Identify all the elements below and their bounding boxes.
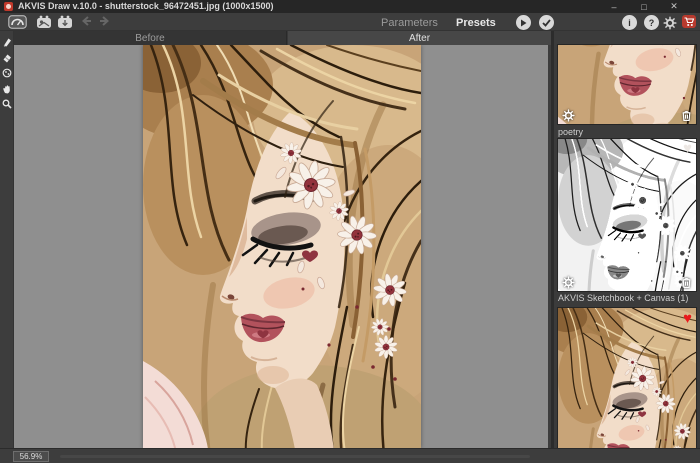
zoom-level-field[interactable]: 56.9% — [13, 451, 49, 462]
window-title: AKVIS Draw v.10.0 - shutterstock_9647245… — [18, 1, 273, 11]
pencil-icon — [2, 37, 12, 47]
tab-presets[interactable]: Presets — [456, 17, 496, 29]
check-icon — [542, 19, 551, 27]
main-toolbar: Parameters Presets i ? — [0, 13, 700, 31]
save-image-button[interactable] — [57, 15, 73, 29]
gear-icon — [663, 16, 677, 30]
akvis-draw-window: AKVIS Draw v.10.0 - shutterstock_9647245… — [0, 0, 700, 463]
pencil-tool-button[interactable] — [1, 36, 13, 48]
trash-icon — [680, 276, 693, 289]
help-button[interactable]: ? — [644, 15, 659, 30]
hand-icon — [2, 84, 12, 94]
preset-delete-button[interactable] — [679, 108, 693, 122]
tab-after[interactable]: After — [288, 31, 551, 45]
tab-before[interactable]: Before — [14, 31, 287, 45]
gear-icon — [562, 276, 575, 289]
history-brush-tool-button[interactable] — [1, 67, 13, 79]
preset-thumbnail-favorite[interactable]: ♥ — [557, 307, 697, 463]
info-icon: i — [622, 15, 637, 30]
redo-button[interactable] — [98, 15, 111, 27]
preset-thumbnail-poetry[interactable] — [557, 44, 697, 125]
redo-arrow-icon — [98, 15, 111, 27]
open-image-button[interactable] — [36, 15, 52, 29]
app-logo-icon — [4, 2, 13, 11]
preview-gauge-button[interactable] — [8, 15, 27, 29]
settings-button[interactable] — [663, 16, 677, 30]
preset-thumbnail-sketchbook[interactable]: ♥ — [557, 138, 697, 292]
preset-delete-button[interactable] — [679, 275, 693, 289]
info-button[interactable]: i — [622, 15, 637, 30]
hand-tool-button[interactable] — [1, 83, 13, 95]
magnifier-icon — [2, 99, 12, 109]
history-brush-icon — [2, 68, 12, 78]
eraser-icon — [2, 53, 12, 63]
maximize-button[interactable]: □ — [634, 0, 654, 13]
trash-icon — [680, 109, 693, 122]
run-button[interactable] — [516, 15, 531, 30]
open-image-icon — [36, 15, 52, 29]
gauge-icon — [8, 15, 27, 29]
title-bar: AKVIS Draw v.10.0 - shutterstock_9647245… — [0, 0, 700, 13]
undo-button[interactable] — [80, 15, 93, 27]
favorite-heart-icon[interactable]: ♥ — [683, 141, 692, 156]
after-image[interactable] — [143, 45, 421, 448]
preset-settings-button[interactable] — [561, 275, 575, 289]
apply-button[interactable] — [539, 15, 554, 30]
play-icon — [520, 19, 527, 27]
preset-preview-sketchbook — [558, 139, 697, 292]
tool-strip — [0, 31, 14, 448]
preset-preview-favorite — [558, 308, 697, 463]
cart-icon — [684, 17, 695, 27]
status-bar: 56.9% — [0, 448, 700, 463]
preset-settings-button[interactable] — [561, 108, 575, 122]
preset-label[interactable]: AKVIS Sketchbook + Canvas (1) — [558, 293, 696, 303]
save-image-icon — [57, 15, 73, 29]
preset-preview-poetry — [558, 45, 697, 125]
eraser-tool-button[interactable] — [1, 52, 13, 64]
close-button[interactable]: ✕ — [664, 0, 684, 13]
gear-icon — [562, 109, 575, 122]
undo-arrow-icon — [80, 15, 93, 27]
zoom-tool-button[interactable] — [1, 98, 13, 110]
minimize-button[interactable]: – — [604, 0, 624, 13]
help-icon: ? — [644, 15, 659, 30]
buy-button[interactable] — [682, 15, 696, 28]
preset-label[interactable]: poetry — [558, 127, 696, 137]
image-canvas[interactable] — [14, 45, 548, 448]
horizontal-scrollbar[interactable] — [60, 455, 530, 458]
tab-parameters[interactable]: Parameters — [381, 17, 438, 29]
presets-panel: poetry ♥ AKVIS Sketchbook + Canvas (1) ♥ — [554, 31, 700, 463]
favorite-heart-icon[interactable]: ♥ — [683, 311, 692, 326]
